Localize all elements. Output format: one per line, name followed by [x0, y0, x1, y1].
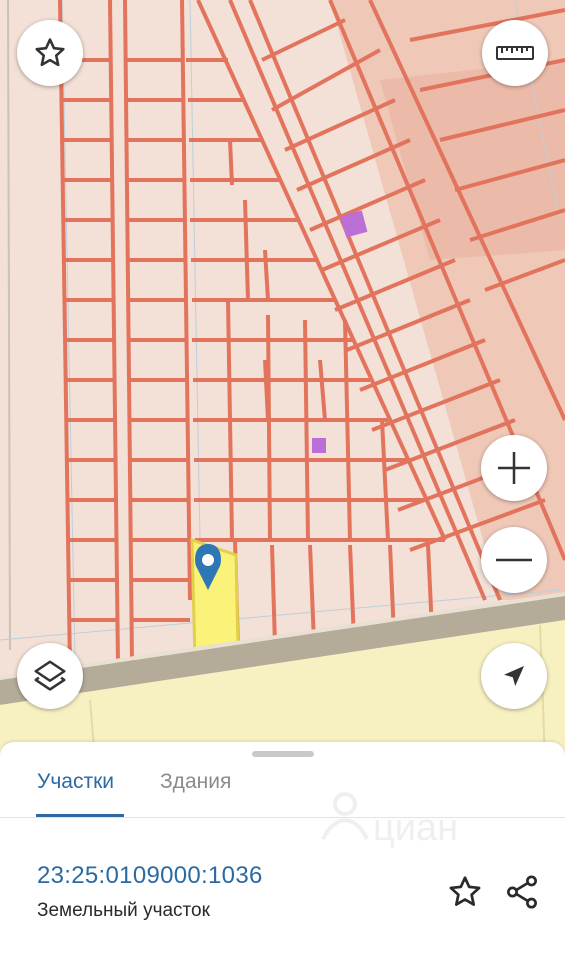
tab-plots[interactable]: Участки — [37, 770, 114, 794]
drag-handle[interactable] — [252, 751, 314, 757]
navigation-arrow-icon — [504, 666, 524, 686]
share-icon[interactable] — [503, 873, 541, 911]
plus-icon — [498, 452, 530, 484]
locate-button[interactable] — [481, 643, 547, 709]
layers-button[interactable] — [17, 643, 83, 709]
zoom-out-button[interactable] — [481, 527, 547, 593]
cadastral-number-link[interactable]: 23:25:0109000:1036 — [37, 862, 263, 890]
watermark-text: циан — [373, 807, 458, 849]
zoom-in-button[interactable] — [481, 435, 547, 501]
cadastral-map[interactable] — [0, 0, 565, 760]
favorite-button[interactable] — [17, 20, 83, 86]
bottom-sheet: Участки Здания циан 23:25:0109000:1036 З… — [0, 742, 565, 960]
map-view[interactable] — [0, 0, 565, 760]
layers-icon — [34, 660, 66, 691]
ruler-button[interactable] — [482, 20, 548, 86]
watermark-logo: циан — [321, 792, 458, 849]
star-outline-icon[interactable] — [447, 874, 483, 910]
parcel-type-label: Земельный участок — [37, 900, 210, 921]
ruler-icon — [496, 46, 534, 60]
star-outline-icon — [35, 38, 65, 67]
tab-buildings[interactable]: Здания — [160, 770, 231, 794]
minus-icon — [496, 558, 532, 562]
